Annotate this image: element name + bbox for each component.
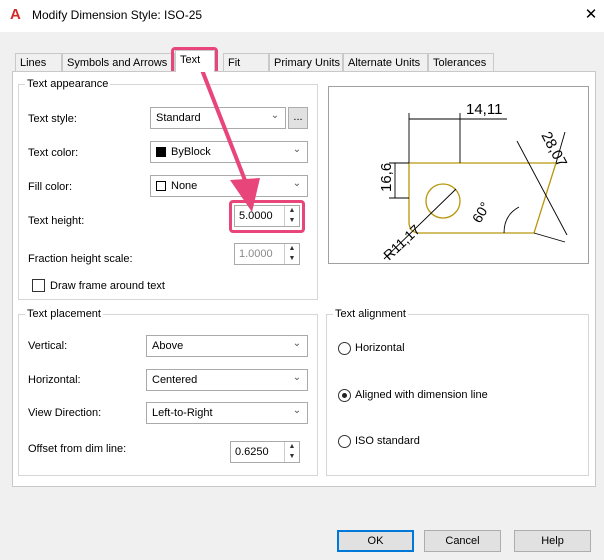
aligned-with-dimension-line-radio[interactable] bbox=[338, 389, 351, 402]
tab-symbols-and-arrows[interactable]: Symbols and Arrows bbox=[62, 53, 175, 71]
fraction-height-scale-value: 1.0000 bbox=[239, 248, 273, 260]
chevron-down-icon: ⌄ bbox=[292, 144, 302, 155]
horizontal-radio-label: Horizontal bbox=[355, 342, 405, 354]
tab-primary-units[interactable]: Primary Units bbox=[269, 53, 343, 71]
arrow-head bbox=[230, 178, 260, 212]
cancel-button[interactable]: Cancel bbox=[424, 530, 501, 552]
color-swatch-icon bbox=[156, 147, 166, 157]
offset-from-dim-line-label: Offset from dim line: bbox=[28, 443, 127, 455]
annotation-arrow bbox=[200, 68, 260, 212]
ok-button[interactable]: OK bbox=[337, 530, 414, 552]
horizontal-label: Horizontal: bbox=[28, 374, 81, 386]
spin-up-icon[interactable]: ▲ bbox=[285, 244, 299, 254]
tab-text[interactable]: Text bbox=[175, 50, 215, 72]
chevron-down-icon: ⌄ bbox=[270, 110, 280, 121]
text-placement-legend: Text placement bbox=[27, 308, 101, 320]
preview-pane: 14,11 16,6 28,07 60° R11,17 bbox=[328, 86, 589, 264]
spin-up-icon[interactable]: ▲ bbox=[285, 442, 299, 452]
preview-dim-radius: R11,17 bbox=[380, 221, 423, 263]
chevron-down-icon: ⌄ bbox=[292, 338, 302, 349]
iso-standard-label: ISO standard bbox=[355, 435, 420, 447]
autocad-logo-icon: A bbox=[10, 6, 21, 23]
fraction-height-scale-spinner[interactable]: 1.0000 ▲ ▼ bbox=[234, 243, 300, 265]
view-direction-select[interactable]: Left-to-Right ⌄ bbox=[146, 402, 308, 424]
aligned-with-dimension-line-label: Aligned with dimension line bbox=[355, 389, 488, 401]
arrow-shaft bbox=[200, 68, 250, 190]
draw-frame-label: Draw frame around text bbox=[50, 280, 165, 292]
view-direction-label: View Direction: bbox=[28, 407, 102, 419]
window-title: Modify Dimension Style: ISO-25 bbox=[32, 8, 203, 22]
spinner-buttons[interactable]: ▲ ▼ bbox=[284, 442, 299, 462]
chevron-down-icon: ⌄ bbox=[292, 405, 302, 416]
fill-color-label: Fill color: bbox=[28, 181, 73, 193]
vertical-value: Above bbox=[152, 340, 184, 352]
iso-standard-radio[interactable] bbox=[338, 435, 351, 448]
tab-alternate-units[interactable]: Alternate Units bbox=[343, 53, 428, 71]
spinner-buttons[interactable]: ▲ ▼ bbox=[284, 244, 299, 264]
text-style-label: Text style: bbox=[28, 113, 77, 125]
empty-swatch-icon bbox=[156, 181, 166, 191]
spin-down-icon[interactable]: ▼ bbox=[285, 254, 299, 264]
horizontal-select[interactable]: Centered ⌄ bbox=[146, 369, 308, 391]
tab-bar: Lines Symbols and Arrows Text Fit Primar… bbox=[0, 50, 604, 72]
text-style-browse-button[interactable]: ... bbox=[288, 107, 308, 129]
fraction-height-scale-label: Fraction height scale: bbox=[28, 253, 133, 265]
text-height-label: Text height: bbox=[28, 215, 85, 227]
tab-tolerances[interactable]: Tolerances bbox=[428, 53, 494, 71]
help-button[interactable]: Help bbox=[514, 530, 591, 552]
close-icon[interactable]: ✕ bbox=[582, 5, 600, 25]
text-appearance-legend: Text appearance bbox=[27, 78, 109, 90]
text-color-label: Text color: bbox=[28, 147, 79, 159]
horizontal-value: Centered bbox=[152, 374, 198, 386]
offset-from-dim-line-spinner[interactable]: 0.6250 ▲ ▼ bbox=[230, 441, 300, 463]
text-alignment-legend: Text alignment bbox=[335, 308, 406, 320]
view-direction-value: Left-to-Right bbox=[152, 407, 213, 419]
preview-dim-left: 16,6 bbox=[378, 163, 395, 192]
horizontal-radio[interactable] bbox=[338, 342, 351, 355]
preview-dim-angle: 60° bbox=[469, 199, 493, 225]
spin-down-icon[interactable]: ▼ bbox=[285, 452, 299, 462]
chevron-down-icon: ⌄ bbox=[292, 372, 302, 383]
preview-dim-right: 28,07 bbox=[537, 129, 570, 170]
chevron-down-icon: ⌄ bbox=[292, 178, 302, 189]
vertical-select[interactable]: Above ⌄ bbox=[146, 335, 308, 357]
offset-from-dim-line-value: 0.6250 bbox=[235, 446, 269, 458]
vertical-label: Vertical: bbox=[28, 340, 68, 352]
dimension-preview-drawing: 14,11 16,6 28,07 60° R11,17 bbox=[378, 101, 570, 263]
tab-lines[interactable]: Lines bbox=[15, 53, 62, 71]
preview-dim-top: 14,11 bbox=[466, 101, 502, 118]
draw-frame-checkbox[interactable] bbox=[32, 279, 45, 292]
